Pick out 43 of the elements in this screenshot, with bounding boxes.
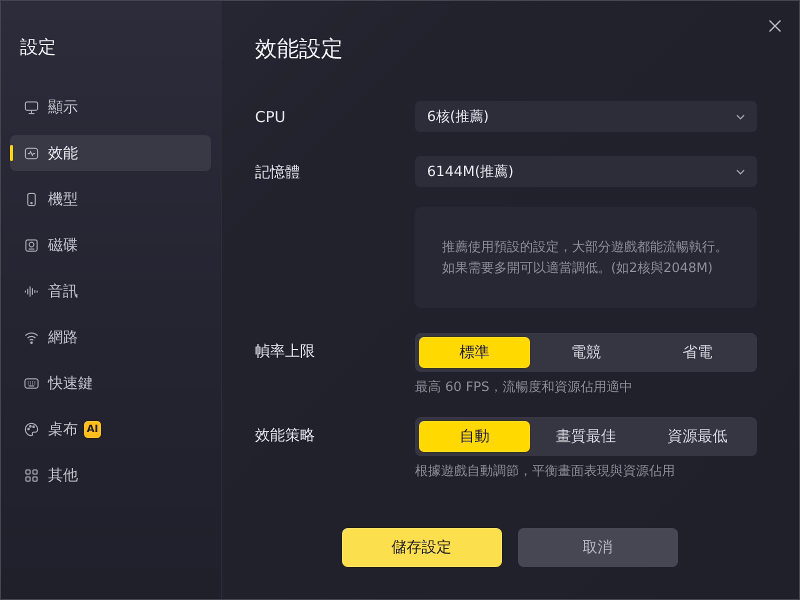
chevron-down-icon	[736, 114, 745, 120]
field-label: 記憶體	[255, 162, 301, 182]
sidebar-title: 設定	[19, 36, 57, 60]
sidebar-item[interactable]: 桌布 AI	[10, 411, 211, 447]
info-text: 推薦使用預設的設定，大部分遊戲都能流暢執行。	[442, 238, 729, 256]
sidebar-item[interactable]: 顯示	[10, 89, 211, 125]
sidebar-item[interactable]: 機型	[10, 181, 211, 217]
segment-option[interactable]: 自動	[419, 421, 530, 452]
sidebar-item[interactable]: 其他	[10, 457, 211, 493]
phone-icon	[24, 192, 39, 206]
sidebar-item[interactable]: 磁碟	[10, 227, 211, 263]
sound-wave-icon	[24, 284, 39, 298]
segment-option[interactable]: 畫質最佳	[530, 421, 642, 452]
dropdown-field[interactable]: 6核(推薦)	[415, 101, 757, 132]
info-text: 如果需要多開可以適當調低。(如2核與2048M)	[442, 260, 714, 278]
selection-indicator	[10, 145, 13, 161]
monitor-icon	[24, 100, 39, 114]
pulse-icon	[24, 146, 39, 160]
hint-text: 最高 60 FPS，流暢度和資源佔用適中	[415, 380, 634, 396]
palette-icon	[24, 422, 39, 436]
ai-badge: AI	[84, 420, 101, 438]
field-label: 效能策略	[255, 425, 316, 445]
chevron-down-icon	[736, 168, 745, 174]
grid-icon	[24, 468, 39, 482]
close-button[interactable]	[769, 20, 781, 32]
segment-option[interactable]: 資源最低	[642, 421, 753, 452]
sidebar-item[interactable]: 網路	[10, 319, 211, 355]
field-label: CPU	[255, 106, 286, 126]
cancel-button[interactable]: 取消	[518, 528, 678, 567]
hint-text: 根據遊戲自動調節，平衡畫面表現與資源佔用	[415, 464, 676, 480]
segment-option[interactable]: 標準	[419, 337, 530, 368]
segment-option[interactable]: 電競	[530, 337, 642, 368]
field-label: 幀率上限	[255, 341, 316, 361]
wifi-icon	[24, 330, 39, 344]
segment-option[interactable]: 省電	[642, 337, 753, 368]
page-title: 效能設定	[255, 36, 344, 64]
sidebar-item[interactable]: 快速鍵	[10, 365, 211, 401]
dropdown-field[interactable]: 6144M(推薦)	[415, 156, 757, 187]
save-button[interactable]: 儲存設定	[342, 528, 502, 567]
sidebar-item[interactable]: 效能	[10, 135, 211, 171]
sidebar-item[interactable]: 音訊	[10, 273, 211, 309]
keyboard-icon	[24, 376, 39, 390]
close-icon	[769, 20, 781, 32]
